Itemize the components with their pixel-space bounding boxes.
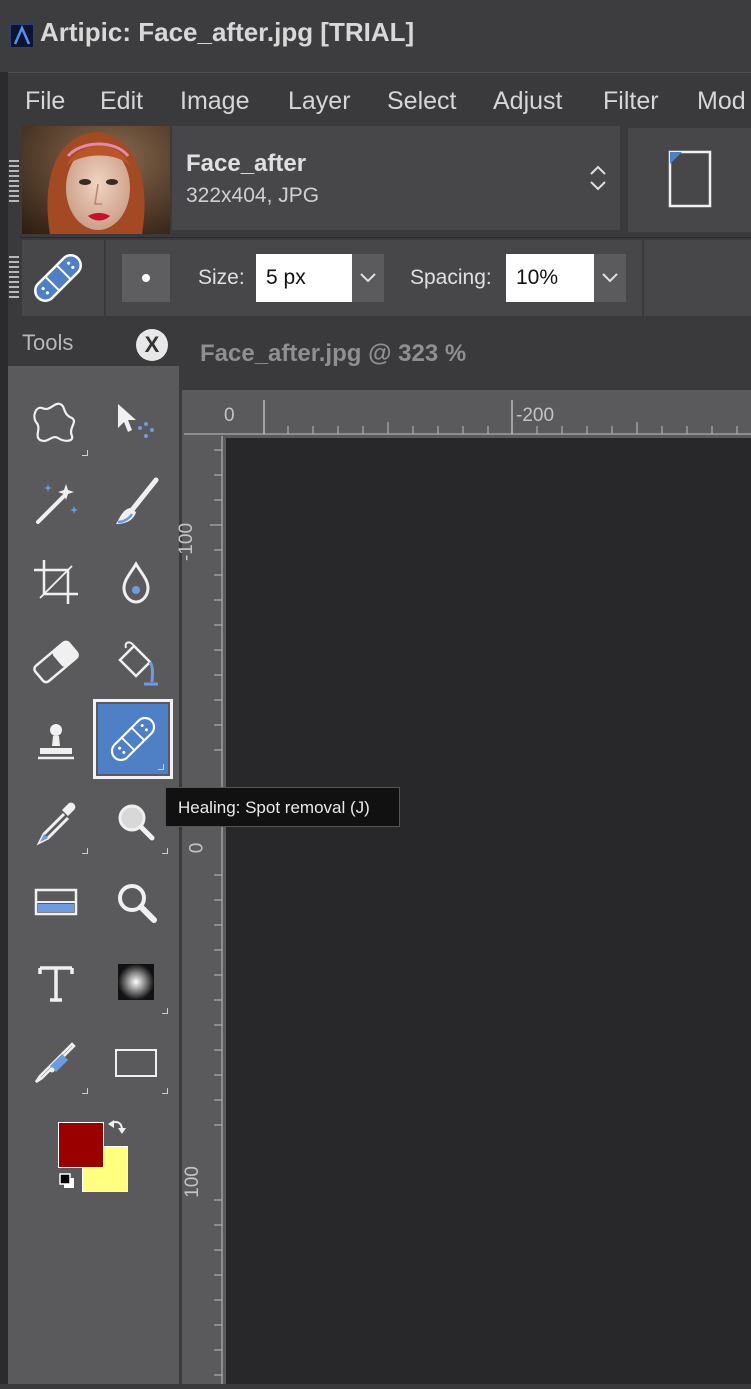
- new-document-button[interactable]: [628, 128, 751, 232]
- zoom-tool[interactable]: [100, 866, 172, 938]
- ruler-label: 0: [224, 405, 235, 426]
- magic-wand-icon: [36, 484, 78, 524]
- swap-colors-icon[interactable]: [106, 1118, 128, 1145]
- eraser-tool[interactable]: [20, 626, 92, 698]
- ruler-label: 100: [181, 1166, 203, 1198]
- document-thumbnail[interactable]: [22, 126, 170, 234]
- scanner-tool[interactable]: [20, 866, 92, 938]
- close-icon[interactable]: X: [136, 329, 168, 361]
- current-tool-box[interactable]: [22, 240, 104, 316]
- menu-image[interactable]: Image: [180, 87, 249, 116]
- foreground-color-swatch[interactable]: [58, 1122, 104, 1168]
- crop-tool[interactable]: [20, 546, 92, 618]
- tooltip: Healing: Spot removal (J): [165, 787, 400, 827]
- brush-icon: [116, 477, 159, 524]
- chevron-updown-icon[interactable]: [588, 164, 608, 197]
- tool-options-extra: [644, 240, 751, 316]
- scanner-icon: [34, 888, 78, 916]
- ruler-top: 0 -200: [184, 392, 751, 436]
- paint-bucket-icon: [118, 641, 158, 686]
- portrait-thumbnail: [22, 126, 170, 234]
- chevron-down-icon: [602, 273, 618, 283]
- gradient-tool[interactable]: [100, 946, 172, 1018]
- canvas-title: Face_after.jpg @ 323 %: [200, 340, 467, 367]
- magnifier-tool[interactable]: [100, 786, 172, 858]
- menu-file[interactable]: File: [25, 87, 65, 116]
- bandage-icon: [34, 254, 82, 302]
- spacing-field[interactable]: 10%: [506, 254, 594, 302]
- menu-layer[interactable]: Layer: [288, 87, 351, 116]
- eraser-icon: [33, 640, 79, 684]
- page-icon: [668, 150, 712, 208]
- stamp-tool[interactable]: [20, 706, 92, 778]
- document-dimensions: 322x404, JPG: [186, 184, 320, 207]
- chevron-down-icon: [360, 273, 376, 283]
- panel-grip[interactable]: [9, 256, 19, 300]
- menu-filter[interactable]: Filter: [603, 87, 659, 116]
- eyedropper-tool[interactable]: [20, 786, 92, 858]
- menu-bar: File Edit Image Layer Select Adjust Filt…: [8, 72, 751, 129]
- ruler-label: 0: [186, 842, 208, 854]
- menu-select[interactable]: Select: [387, 87, 456, 116]
- image-canvas[interactable]: [226, 438, 751, 1384]
- brush-tool[interactable]: [100, 466, 172, 538]
- artipic-logo-icon: [10, 24, 34, 48]
- lasso-tool[interactable]: [20, 388, 92, 460]
- zoom-icon: [118, 884, 157, 923]
- paint-bucket-tool[interactable]: [100, 626, 172, 698]
- brush-dot-icon: [142, 274, 150, 282]
- drop-icon: [122, 561, 150, 604]
- magic-wand-tool[interactable]: [20, 466, 92, 538]
- size-field[interactable]: 5 px: [256, 254, 352, 302]
- tools-panel-title: Tools: [22, 330, 74, 355]
- blur-drop-tool[interactable]: [100, 546, 172, 618]
- ruler-label: -200: [516, 405, 555, 426]
- selection-arrow-icon: [118, 404, 154, 438]
- healing-tool[interactable]: [93, 699, 173, 779]
- document-name: Face_after: [186, 150, 307, 177]
- text-tool[interactable]: [20, 946, 92, 1018]
- ruler-left: -100 0 100: [176, 436, 224, 1384]
- text-icon: [38, 966, 74, 1002]
- ruler-label: -100: [176, 522, 198, 562]
- selection-arrow-tool[interactable]: [100, 388, 172, 460]
- default-colors-icon[interactable]: [58, 1172, 76, 1195]
- size-label: Size:: [198, 266, 245, 289]
- rectangle-tool[interactable]: [100, 1026, 172, 1098]
- window-title: Artipic: Face_after.jpg [TRIAL]: [40, 17, 415, 47]
- size-dropdown-button[interactable]: [352, 254, 384, 302]
- crop-icon: [34, 560, 78, 604]
- panel-grip[interactable]: [9, 160, 19, 202]
- menu-adjust[interactable]: Adjust: [493, 87, 562, 116]
- menu-mode[interactable]: Mod: [697, 87, 746, 116]
- document-info-box[interactable]: [172, 126, 620, 230]
- spacing-label: Spacing:: [410, 266, 492, 289]
- pen-tool[interactable]: [20, 1026, 92, 1098]
- stamp-icon: [38, 724, 74, 760]
- menu-edit[interactable]: Edit: [100, 87, 143, 116]
- left-edge-strip: [0, 72, 8, 1384]
- spacing-dropdown-button[interactable]: [594, 254, 626, 302]
